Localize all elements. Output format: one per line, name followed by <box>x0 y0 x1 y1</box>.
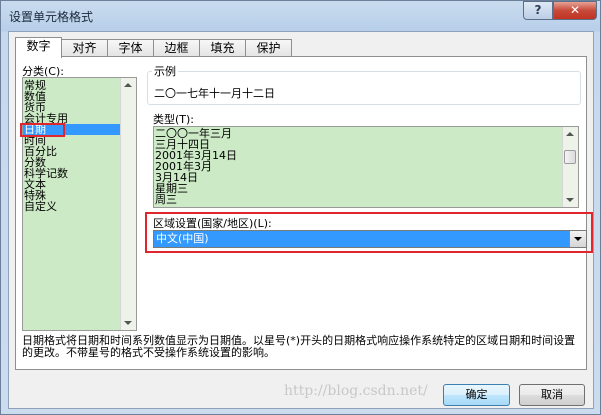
tab-font[interactable]: 字体 <box>107 39 154 57</box>
type-item[interactable]: 2001年3月14日 <box>154 150 578 161</box>
tab-panel-number: 分类(C): 常规 数值 货币 会计专用 日期 时间 百分比 分数 科学记数 文… <box>15 56 593 370</box>
ok-button[interactable]: 确定 <box>443 384 510 406</box>
type-item[interactable]: 3月14日 <box>154 172 578 183</box>
scroll-down-icon[interactable] <box>566 198 574 202</box>
type-item[interactable]: 星期三 <box>154 183 578 194</box>
dialog-body: 数字 对齐 字体 边框 填充 保护 分类(C): 常规 数值 货币 会计专用 日… <box>8 31 594 409</box>
type-item[interactable]: 周三 <box>154 194 578 205</box>
tab-fill[interactable]: 填充 <box>199 39 246 57</box>
tab-border[interactable]: 边框 <box>153 39 200 57</box>
tab-alignment[interactable]: 对齐 <box>61 39 108 57</box>
scroll-up-icon[interactable] <box>124 83 132 87</box>
format-cells-dialog: 设置单元格格式 ? ✕ 数字 对齐 字体 边框 填充 保护 分类(C): 常规 … <box>0 0 601 415</box>
dialog-title: 设置单元格格式 <box>9 10 94 24</box>
tab-number[interactable]: 数字 <box>15 37 62 58</box>
type-item[interactable]: 二〇〇一年三月 <box>154 128 578 139</box>
type-label: 类型(T): <box>153 113 195 126</box>
help-button[interactable]: ? <box>523 1 553 20</box>
cancel-button[interactable]: 取消 <box>519 384 585 406</box>
title-bar[interactable]: 设置单元格格式 ? ✕ <box>1 1 600 29</box>
sample-label: 示例 <box>152 63 178 79</box>
category-list[interactable]: 常规 数值 货币 会计专用 日期 时间 百分比 分数 科学记数 文本 特殊 自定… <box>22 77 137 331</box>
scroll-down-icon[interactable] <box>124 321 132 325</box>
type-item[interactable]: 2001年3月 <box>154 161 578 172</box>
sample-group: 示例 二〇一七年十一月十二日 <box>147 63 581 105</box>
chevron-down-icon <box>574 237 582 241</box>
scroll-up-icon[interactable] <box>566 132 574 136</box>
watermark: http://blog.csdn.net/ <box>284 383 428 399</box>
sample-value: 二〇一七年十一月十二日 <box>154 87 275 100</box>
highlight-date <box>20 123 65 137</box>
locale-label: 区域设置(国家/地区)(L): <box>153 217 272 230</box>
locale-dropdown[interactable]: 中文(中国) <box>153 230 587 248</box>
type-items: 二〇〇一年三月 三月十四日 2001年3月14日 2001年3月 3月14日 星… <box>154 127 578 205</box>
type-list[interactable]: 二〇〇一年三月 三月十四日 2001年3月14日 2001年3月 3月14日 星… <box>153 126 579 208</box>
dropdown-button[interactable] <box>569 231 586 247</box>
type-scrollbar[interactable] <box>562 127 578 207</box>
scroll-thumb[interactable] <box>564 150 576 164</box>
close-button[interactable]: ✕ <box>553 1 597 20</box>
tab-protection[interactable]: 保护 <box>245 39 292 57</box>
category-scrollbar[interactable] <box>120 78 136 330</box>
format-description: 日期格式将日期和时间系列数值显示为日期值。以星号(*)开头的日期格式响应操作系统… <box>22 334 576 359</box>
locale-value: 中文(中国) <box>156 232 209 245</box>
